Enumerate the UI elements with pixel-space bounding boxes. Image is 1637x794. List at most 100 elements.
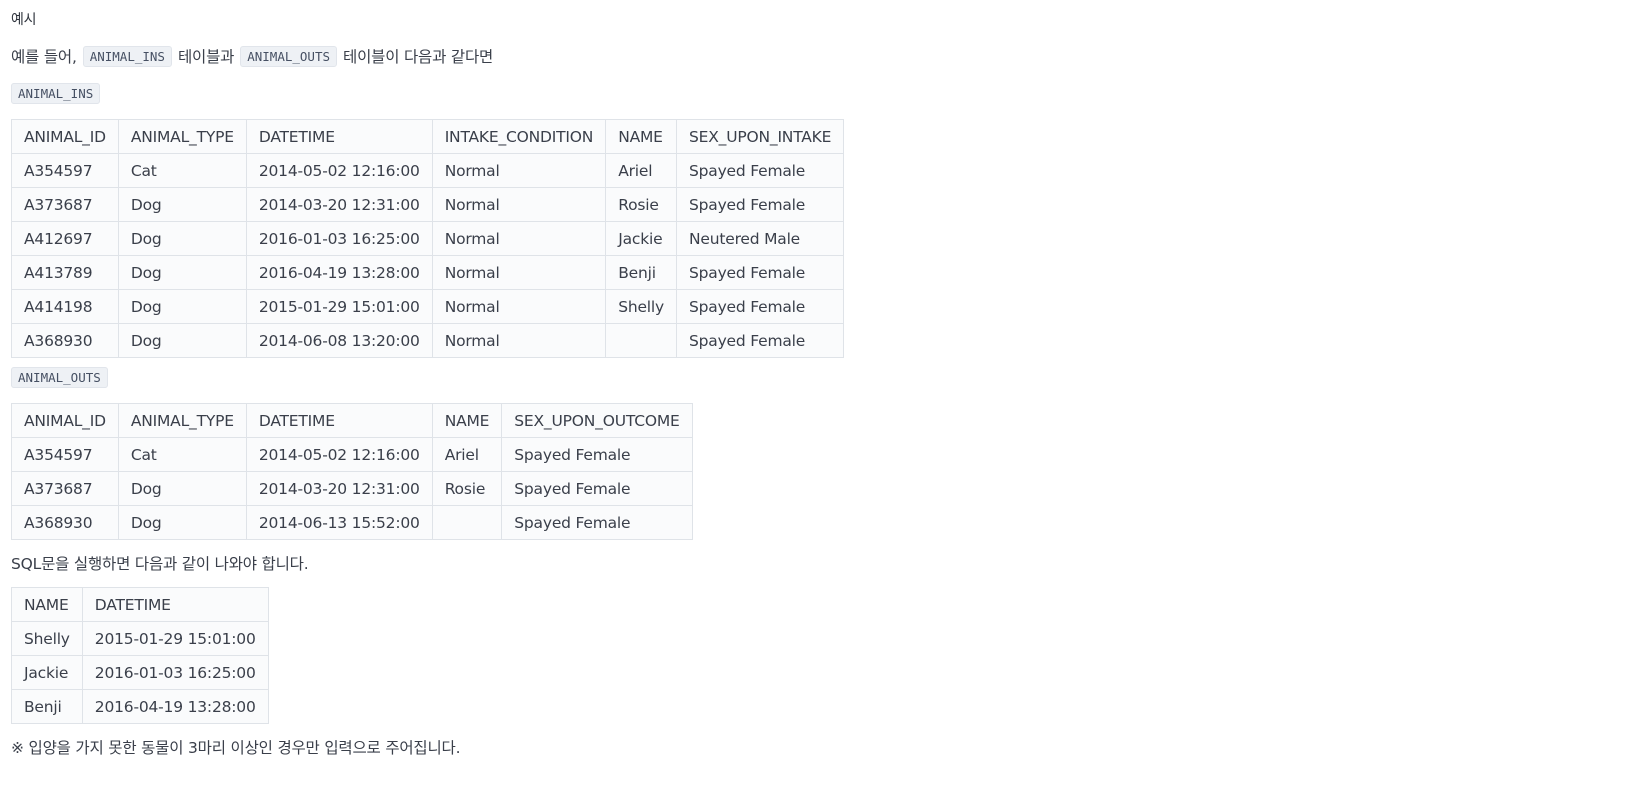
animal-outs-table: ANIMAL_ID ANIMAL_TYPE DATETIME NAME SEX_UPON… <box>11 403 693 540</box>
table-cell: Normal <box>431 323 607 358</box>
table-cell: Spayed Female <box>675 323 845 358</box>
intro-suffix: 테이블이 다음과 같다면 <box>343 48 494 66</box>
table-cell: Dog <box>117 289 247 324</box>
table-cell: Spayed Female <box>501 471 693 506</box>
column-header: ANIMAL_ID <box>11 119 119 154</box>
table-cell: 2014-03-20 12:31:00 <box>245 471 433 506</box>
table-cell: Dog <box>117 323 247 358</box>
column-header: ANIMAL_ID <box>11 403 119 438</box>
table-cell: 2014-06-13 15:52:00 <box>245 505 433 540</box>
table-row: A412697 Dog 2016-01-03 16:25:00 Normal Jacki… <box>11 221 845 256</box>
table-cell: Ariel <box>431 437 503 472</box>
table-row: A368930 Dog 2014-06-08 13:20:00 Normal Spaye… <box>11 323 845 358</box>
table-cell: 2016-01-03 16:25:00 <box>81 655 269 690</box>
table-cell: Dog <box>117 187 247 222</box>
intro-mid: 테이블과 <box>177 48 235 66</box>
table-row: Benji 2016-04-19 13:28:00 <box>11 689 269 724</box>
table-header-row: ANIMAL_ID ANIMAL_TYPE DATETIME NAME SEX_UPON… <box>11 403 693 438</box>
table-cell: A412697 <box>11 221 119 256</box>
table-cell: A373687 <box>11 187 119 222</box>
ins-table-label: ANIMAL_INS <box>11 83 101 104</box>
table-cell: Normal <box>431 255 607 290</box>
table-cell: A354597 <box>11 437 119 472</box>
code-animal-ins: ANIMAL_INS <box>82 45 172 67</box>
table-cell: 2016-04-19 13:28:00 <box>245 255 433 290</box>
table-cell: Normal <box>431 221 607 256</box>
table-cell: Jackie <box>605 221 677 256</box>
table-cell: 2015-01-29 15:01:00 <box>81 621 269 656</box>
table-cell: Rosie <box>605 187 677 222</box>
result-table: NAME DATETIME Shelly 2015-01-29 15:01:00 Ja… <box>11 587 269 724</box>
table-cell: A354597 <box>11 153 119 188</box>
table-cell: Spayed Female <box>675 289 845 324</box>
intro-prefix: 예를 들어, <box>11 48 77 66</box>
table-row: A354597 Cat 2014-05-02 12:16:00 Normal Ariel… <box>11 153 845 188</box>
table-cell: 2014-03-20 12:31:00 <box>245 187 433 222</box>
column-header: NAME <box>431 403 503 438</box>
table-cell: Dog <box>117 505 247 540</box>
table-row: A414198 Dog 2015-01-29 15:01:00 Normal Shell… <box>11 289 845 324</box>
column-header: SEX_UPON_OUTCOME <box>501 403 693 438</box>
table-cell: Neutered Male <box>675 221 845 256</box>
column-header: DATETIME <box>245 119 433 154</box>
table-row: Shelly 2015-01-29 15:01:00 <box>11 621 269 656</box>
column-header: DATETIME <box>245 403 433 438</box>
table-cell <box>431 505 503 540</box>
table-cell: Normal <box>431 187 607 222</box>
table-cell: Shelly <box>605 289 677 324</box>
table-header-row: NAME DATETIME <box>11 587 269 622</box>
table-cell: Shelly <box>11 621 83 656</box>
table-cell: A413789 <box>11 255 119 290</box>
table-row: A368930 Dog 2014-06-13 15:52:00 Spayed Fema… <box>11 505 693 540</box>
column-header: DATETIME <box>81 587 269 622</box>
code-outs-label: ANIMAL_OUTS <box>11 367 108 388</box>
table-cell: A368930 <box>11 323 119 358</box>
table-cell: Benji <box>605 255 677 290</box>
table-row: A373687 Dog 2014-03-20 12:31:00 Normal Rosie… <box>11 187 845 222</box>
table-cell: 2014-05-02 12:16:00 <box>245 437 433 472</box>
table-cell: Benji <box>11 689 83 724</box>
table-row: A413789 Dog 2016-04-19 13:28:00 Normal Benji… <box>11 255 845 290</box>
code-ins-label: ANIMAL_INS <box>11 83 101 104</box>
column-header: NAME <box>605 119 677 154</box>
table-row: Jackie 2016-01-03 16:25:00 <box>11 655 269 690</box>
table-cell: 2015-01-29 15:01:00 <box>245 289 433 324</box>
column-header: INTAKE_CONDITION <box>431 119 607 154</box>
table-cell: Normal <box>431 289 607 324</box>
column-header: ANIMAL_TYPE <box>117 403 247 438</box>
table-cell: Spayed Female <box>675 187 845 222</box>
result-description: SQL문을 실행하면 다음과 같이 나와야 합니다. <box>11 555 309 573</box>
table-header-row: ANIMAL_ID ANIMAL_TYPE DATETIME INTAKE_CONDI… <box>11 119 845 154</box>
table-row: A373687 Dog 2014-03-20 12:31:00 Rosie Spayed… <box>11 471 693 506</box>
intro-sentence: 예를 들어, ANIMAL_INS 테이블과 ANIMAL_OUTS 테이블이 … <box>11 45 493 67</box>
column-header: NAME <box>11 587 83 622</box>
table-cell: Spayed Female <box>675 255 845 290</box>
table-cell: Spayed Female <box>501 505 693 540</box>
footnote: ※ 입양을 가지 못한 동물이 3마리 이상인 경우만 입력으로 주어집니다. <box>11 739 461 757</box>
table-cell: A373687 <box>11 471 119 506</box>
table-cell: A414198 <box>11 289 119 324</box>
table-cell: Rosie <box>431 471 503 506</box>
outs-table-label: ANIMAL_OUTS <box>11 367 108 388</box>
table-cell: Spayed Female <box>501 437 693 472</box>
column-header: SEX_UPON_INTAKE <box>675 119 845 154</box>
table-cell: Dog <box>117 221 247 256</box>
table-cell: Normal <box>431 153 607 188</box>
table-cell <box>605 323 677 358</box>
animal-ins-table: ANIMAL_ID ANIMAL_TYPE DATETIME INTAKE_CONDI… <box>11 119 845 358</box>
table-cell: 2016-01-03 16:25:00 <box>245 221 433 256</box>
table-cell: Spayed Female <box>675 153 845 188</box>
table-cell: A368930 <box>11 505 119 540</box>
section-heading: 예시 <box>11 12 37 28</box>
column-header: ANIMAL_TYPE <box>117 119 247 154</box>
table-cell: Dog <box>117 255 247 290</box>
table-cell: 2014-06-08 13:20:00 <box>245 323 433 358</box>
table-row: A354597 Cat 2014-05-02 12:16:00 Ariel Spayed… <box>11 437 693 472</box>
table-cell: Cat <box>117 437 247 472</box>
table-cell: 2014-05-02 12:16:00 <box>245 153 433 188</box>
table-cell: Ariel <box>605 153 677 188</box>
code-animal-outs: ANIMAL_OUTS <box>240 45 338 67</box>
table-cell: Cat <box>117 153 247 188</box>
table-cell: Dog <box>117 471 247 506</box>
table-cell: Jackie <box>11 655 83 690</box>
